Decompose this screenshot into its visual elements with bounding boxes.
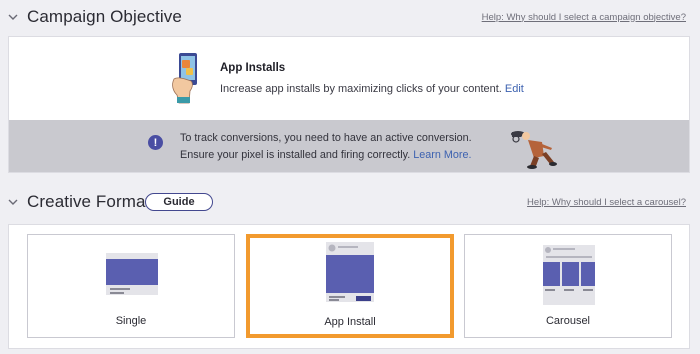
notice-line-2: Ensure your pixel is installed and firin… [180, 149, 471, 161]
chevron-down-icon[interactable] [6, 195, 20, 209]
objective-name: App Installs [220, 62, 286, 74]
carousel-format-icon [543, 245, 595, 310]
format-option-single[interactable]: Single [27, 234, 235, 338]
format-option-app-install[interactable]: App Install [246, 234, 454, 338]
section-title: Campaign Objective [27, 7, 182, 26]
notice-line-1: To track conversions, you need to have a… [180, 132, 472, 144]
conversion-notice: ! To track conversions, you need to have… [9, 120, 689, 172]
exclamation-icon: ! [148, 135, 163, 150]
objective-description: Increase app installs by maximizing clic… [220, 83, 524, 95]
format-option-carousel[interactable]: Carousel [464, 234, 672, 338]
single-format-icon [106, 253, 158, 302]
guide-button[interactable]: Guide [145, 193, 213, 211]
chevron-down-icon[interactable] [6, 10, 20, 24]
detective-illustration-icon [508, 122, 558, 175]
section-title: Creative Format [27, 192, 151, 211]
app-install-format-icon [326, 242, 374, 307]
phone-in-hand-icon [165, 51, 207, 110]
objective-description-text: Increase app installs by maximizing clic… [220, 83, 502, 95]
objective-help-link[interactable]: Help: Why should I select a campaign obj… [482, 12, 686, 23]
format-label: Single [115, 315, 147, 327]
notice-line-2-text: Ensure your pixel is installed and firin… [180, 149, 411, 161]
format-label: App Install [324, 316, 376, 328]
carousel-help-link[interactable]: Help: Why should I select a carousel? [527, 197, 686, 208]
campaign-objective-header: Campaign Objective Help: Why should I se… [0, 0, 700, 34]
edit-objective-link[interactable]: Edit [505, 83, 524, 95]
objective-panel: App Installs Increase app installs by ma… [8, 36, 690, 173]
learn-more-link[interactable]: Learn More. [413, 149, 471, 161]
format-label: Carousel [545, 315, 591, 327]
creative-format-header: Creative Format Help: Why should I selec… [0, 185, 700, 219]
